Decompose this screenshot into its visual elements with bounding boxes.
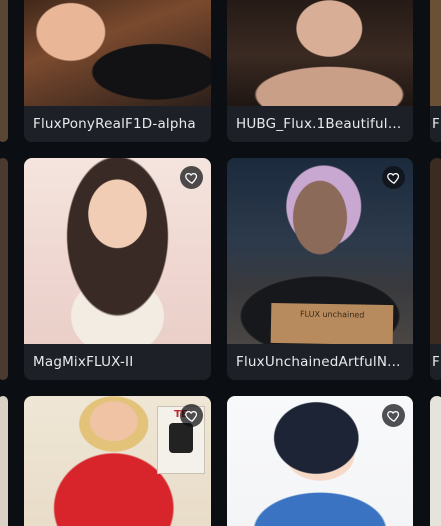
model-card[interactable]: MagMixFLUX-II: [24, 158, 211, 380]
partial-card-right-3[interactable]: [430, 396, 441, 526]
model-card[interactable]: FluxPonyRealF1D-alpha: [24, 0, 211, 142]
model-card[interactable]: TE: [24, 396, 211, 526]
partial-card-caption: F: [430, 106, 441, 142]
partial-card-caption: F: [430, 344, 441, 380]
favorite-button[interactable]: [382, 404, 405, 427]
model-card[interactable]: FLUX unchained FluxUnchainedArtfulN...: [227, 158, 413, 380]
model-card[interactable]: HUBG_Flux.1BeautifulR...: [227, 0, 413, 142]
model-preview-image: [227, 0, 413, 106]
partial-card-right-2[interactable]: F: [430, 158, 441, 380]
favorite-button[interactable]: [382, 166, 405, 189]
model-card-title: MagMixFLUX-II: [24, 344, 211, 380]
partial-card-left-1[interactable]: [0, 0, 8, 142]
heart-outline-icon: [386, 172, 399, 184]
model-card-title: HUBG_Flux.1BeautifulR...: [227, 106, 413, 142]
model-gallery: F F FluxPonyRealF1D-alpha HUBG_Flux.1Bea…: [0, 0, 441, 526]
favorite-button[interactable]: [180, 404, 203, 427]
heart-outline-icon: [184, 410, 197, 422]
model-card-title: FluxPonyRealF1D-alpha: [24, 106, 211, 142]
favorite-button[interactable]: [180, 166, 203, 189]
sign-text: FLUX unchained: [299, 309, 365, 320]
model-card[interactable]: [227, 396, 413, 526]
partial-card-left-3[interactable]: [0, 396, 8, 526]
heart-outline-icon: [184, 172, 197, 184]
partial-card-right-1[interactable]: F: [430, 0, 441, 142]
partial-card-left-2[interactable]: [0, 158, 8, 380]
heart-outline-icon: [386, 410, 399, 422]
model-preview-image: [24, 0, 211, 106]
poster-figure: [169, 423, 193, 453]
cardboard-sign: FLUX unchained: [270, 302, 394, 344]
model-card-title: FluxUnchainedArtfulN...: [227, 344, 413, 380]
